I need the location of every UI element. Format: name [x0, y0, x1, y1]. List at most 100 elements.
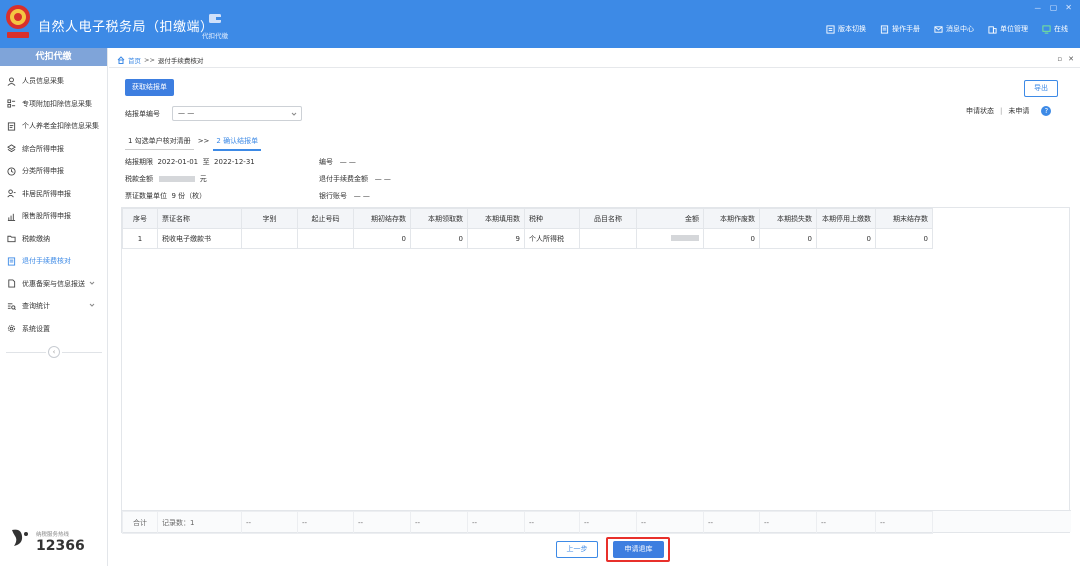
phone-service-icon: [12, 529, 28, 546]
col-number-range: 起止号码: [297, 208, 354, 229]
wallet-icon: [209, 14, 221, 23]
export-button[interactable]: 导出: [1024, 80, 1058, 97]
status-value: 未申请: [1008, 107, 1030, 115]
window-controls: － ▢ ✕: [1034, 3, 1072, 14]
sidebar-item-query-statistics[interactable]: 查询统计: [0, 295, 107, 318]
table-row[interactable]: 1 税收电子缴款书 0 0 9 个人所得税 0 0 0 0: [122, 228, 933, 249]
step-tabs: 1 勾选单户核对清册 >> 2 确认结报单: [125, 136, 262, 151]
chevron-down-icon: [89, 281, 95, 285]
online-icon: [1042, 24, 1051, 34]
step-separator: >>: [197, 137, 210, 145]
tab-step2[interactable]: 2 确认结报单: [213, 136, 262, 151]
redacted-amount-cell: [636, 228, 704, 249]
tax-amount-info: 税款金额 元: [125, 175, 207, 183]
home-icon: [117, 55, 125, 64]
record-count: 记录数：1: [157, 511, 242, 534]
get-statement-button[interactable]: 获取结报单: [125, 79, 174, 96]
hotline: 纳税服务热线 12366: [8, 524, 103, 556]
col-voided: 本期作废数: [703, 208, 760, 229]
help-icon[interactable]: ?: [1041, 106, 1052, 116]
sidebar-item-comprehensive-income[interactable]: 综合所得申报: [0, 138, 107, 161]
redacted-amount: [159, 176, 196, 182]
table-header-row: 序号 票证名称 字别 起止号码 期初结存数 本期领取数 本期填用数 税种 品目名…: [122, 208, 933, 229]
person-icon: [7, 77, 16, 86]
chevron-down-icon: [291, 112, 297, 116]
app-header: 自然人电子税务局（扣缴端） 代扣代缴 － ▢ ✕ 版本切换 操作手册 消息中心 …: [0, 0, 1080, 48]
divider: [6, 352, 46, 353]
version-switch-button[interactable]: 版本切换: [826, 24, 866, 34]
sidebar-item-nonresident-income[interactable]: 非居民所得申报: [0, 183, 107, 206]
col-opening-stock: 期初结存数: [353, 208, 411, 229]
bank-info: 银行账号 — —: [319, 192, 370, 200]
search-list-icon: [7, 303, 16, 310]
sidebar-item-restricted-stock[interactable]: 限售股所得申报: [0, 205, 107, 228]
sidebar: 代扣代缴 人员信息采集 专项附加扣除信息采集 个人养老金扣除信息采集 综合所得申…: [0, 48, 108, 566]
minimize-icon[interactable]: －: [1034, 3, 1042, 14]
hotline-label: 纳税服务热线: [36, 532, 70, 538]
restore-tab-icon[interactable]: ▫: [1057, 55, 1062, 63]
maximize-icon[interactable]: ▢: [1050, 3, 1058, 14]
unit-manage-button[interactable]: 单位管理: [988, 24, 1028, 34]
breadcrumb-home[interactable]: 首页: [128, 55, 141, 65]
sidebar-item-tax-payment[interactable]: 税款缴纳: [0, 228, 107, 251]
list-icon: [7, 99, 16, 108]
close-tab-icon[interactable]: ✕: [1068, 55, 1074, 63]
bar-chart-icon: [7, 213, 16, 221]
application-status: 申请状态 | 未申请 ?: [966, 106, 1052, 116]
document-icon: [7, 122, 16, 131]
status-label: 申请状态: [966, 107, 994, 115]
online-status-button[interactable]: 在线: [1042, 24, 1068, 34]
message-icon: [934, 25, 943, 33]
sidebar-item-pension-deduction[interactable]: 个人养老金扣除信息采集: [0, 115, 107, 138]
unit-manage-icon: [988, 25, 997, 34]
collapse-sidebar-button[interactable]: ‹: [48, 346, 60, 358]
header-actions: 版本切换 操作手册 消息中心 单位管理 在线: [826, 24, 1068, 34]
message-center-button[interactable]: 消息中心: [934, 24, 974, 34]
apply-refund-button[interactable]: 申请退库: [613, 541, 664, 558]
breadcrumb: 首页 >> 退付手续费核对 ▫ ✕: [109, 52, 1080, 68]
col-type: 字别: [241, 208, 298, 229]
hotline-number: 12366: [36, 538, 85, 554]
previous-step-button[interactable]: 上一步: [556, 541, 598, 558]
sidebar-item-fee-refund-check[interactable]: 退付手续费核对: [0, 250, 107, 273]
clock-icon: [7, 167, 16, 176]
user-outline-icon: [7, 189, 16, 198]
manual-icon: [880, 24, 889, 34]
manual-button[interactable]: 操作手册: [880, 24, 920, 34]
report-no-select[interactable]: — —: [172, 106, 302, 121]
app-title: 自然人电子税务局（扣缴端）: [38, 20, 214, 35]
gear-icon: [7, 325, 16, 333]
receipt-icon: [7, 257, 16, 266]
breadcrumb-current: 退付手续费核对: [157, 56, 204, 65]
sidebar-item-preference-filing[interactable]: 优惠备案与信息报送: [0, 273, 107, 296]
col-ticket-name: 票证名称: [157, 208, 242, 229]
code-info: 编号 — —: [319, 158, 356, 166]
tax-emblem-icon: [6, 5, 30, 38]
tab-step1[interactable]: 1 勾选单户核对清册: [125, 136, 194, 150]
col-lost: 本期损失数: [759, 208, 817, 229]
sidebar-title: 代扣代缴: [0, 48, 107, 66]
col-index: 序号: [122, 208, 158, 229]
module-withholding-button[interactable]: 代扣代缴: [193, 12, 237, 40]
col-used: 本期填用数: [467, 208, 525, 229]
table-footer-grid: 合计 记录数：1 -- -- -- -- -- -- -- -- -- -- -…: [122, 511, 933, 534]
tab-controls: ▫ ✕: [1057, 55, 1074, 63]
sidebar-item-special-deduction[interactable]: 专项附加扣除信息采集: [0, 93, 107, 116]
sidebar-item-person-info[interactable]: 人员信息采集: [0, 70, 107, 93]
file-icon: [8, 279, 16, 288]
close-icon[interactable]: ✕: [1065, 3, 1072, 14]
folder-icon: [7, 236, 16, 243]
col-returned: 本期停用上缴数: [816, 208, 876, 229]
sidebar-item-classified-income[interactable]: 分类所得申报: [0, 160, 107, 183]
chevron-down-icon: [89, 303, 95, 307]
version-switch-icon: [826, 24, 835, 34]
status-divider: |: [1000, 107, 1003, 115]
divider: [62, 352, 102, 353]
total-label: 合计: [122, 511, 158, 534]
col-amount: 金额: [636, 208, 704, 229]
period-info: 结报期限 2022-01-01 至 2022-12-31: [125, 158, 255, 166]
report-no-label: 结报单编号: [125, 110, 160, 118]
count-info: 票证数量单位 9 份（枚）: [125, 192, 207, 200]
sidebar-item-system-settings[interactable]: 系统设置: [0, 318, 107, 341]
col-received: 本期领取数: [410, 208, 468, 229]
